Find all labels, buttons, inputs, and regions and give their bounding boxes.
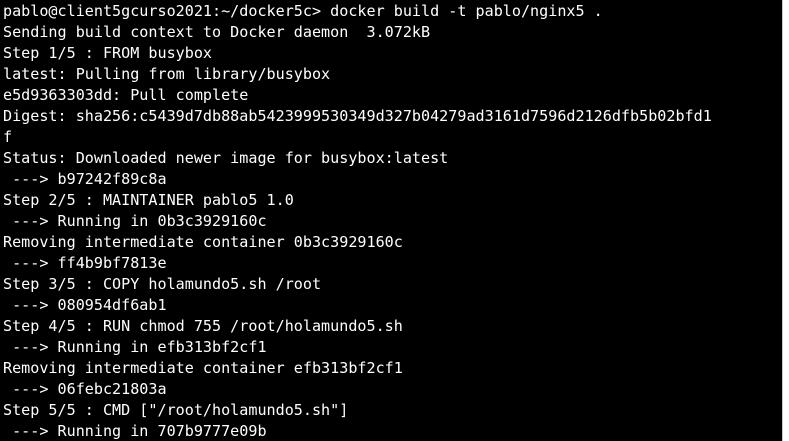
terminal-line: latest: Pulling from library/busybox (3, 65, 331, 83)
terminal-line: ---> 080954df6ab1 (3, 296, 167, 314)
terminal-line: e5d9363303dd: Pull complete (3, 86, 249, 104)
terminal-line: Step 5/5 : CMD ["/root/holamundo5.sh"] (3, 401, 349, 419)
terminal-line: f (3, 128, 13, 146)
terminal-line: Step 4/5 : RUN chmod 755 /root/holamundo… (3, 317, 403, 335)
terminal-line-prompt: pablo@client5gcurso2021:~/docker5c> dock… (3, 2, 603, 20)
terminal-line: Digest: sha256:c5439d7db88ab542399953034… (3, 107, 712, 125)
terminal-line: Sending build context to Docker daemon 3… (3, 23, 431, 41)
terminal-output[interactable]: pablo@client5gcurso2021:~/docker5c> dock… (3, 1, 712, 441)
terminal-line: Removing intermediate container efb313bf… (3, 359, 403, 377)
terminal-line: ---> Running in 0b3c3929160c (3, 212, 267, 230)
terminal-line: Removing intermediate container 0b3c3929… (3, 233, 403, 251)
terminal-window[interactable]: pablo@client5gcurso2021:~/docker5c> dock… (0, 0, 782, 441)
terminal-line: ---> b97242f89c8a (3, 170, 167, 188)
terminal-line: Step 3/5 : COPY holamundo5.sh /root (3, 275, 322, 293)
terminal-line: Step 1/5 : FROM busybox (3, 44, 213, 62)
terminal-line: ---> Running in efb313bf2cf1 (3, 338, 267, 356)
window-edge (782, 0, 789, 441)
terminal-line: ---> 06febc21803a (3, 380, 167, 398)
terminal-line: Status: Downloaded newer image for busyb… (3, 149, 449, 167)
terminal-line: ---> ff4b9bf7813e (3, 254, 167, 272)
terminal-line: ---> Running in 707b9777e09b (3, 422, 267, 440)
terminal-line: Step 2/5 : MAINTAINER pablo5 1.0 (3, 191, 294, 209)
